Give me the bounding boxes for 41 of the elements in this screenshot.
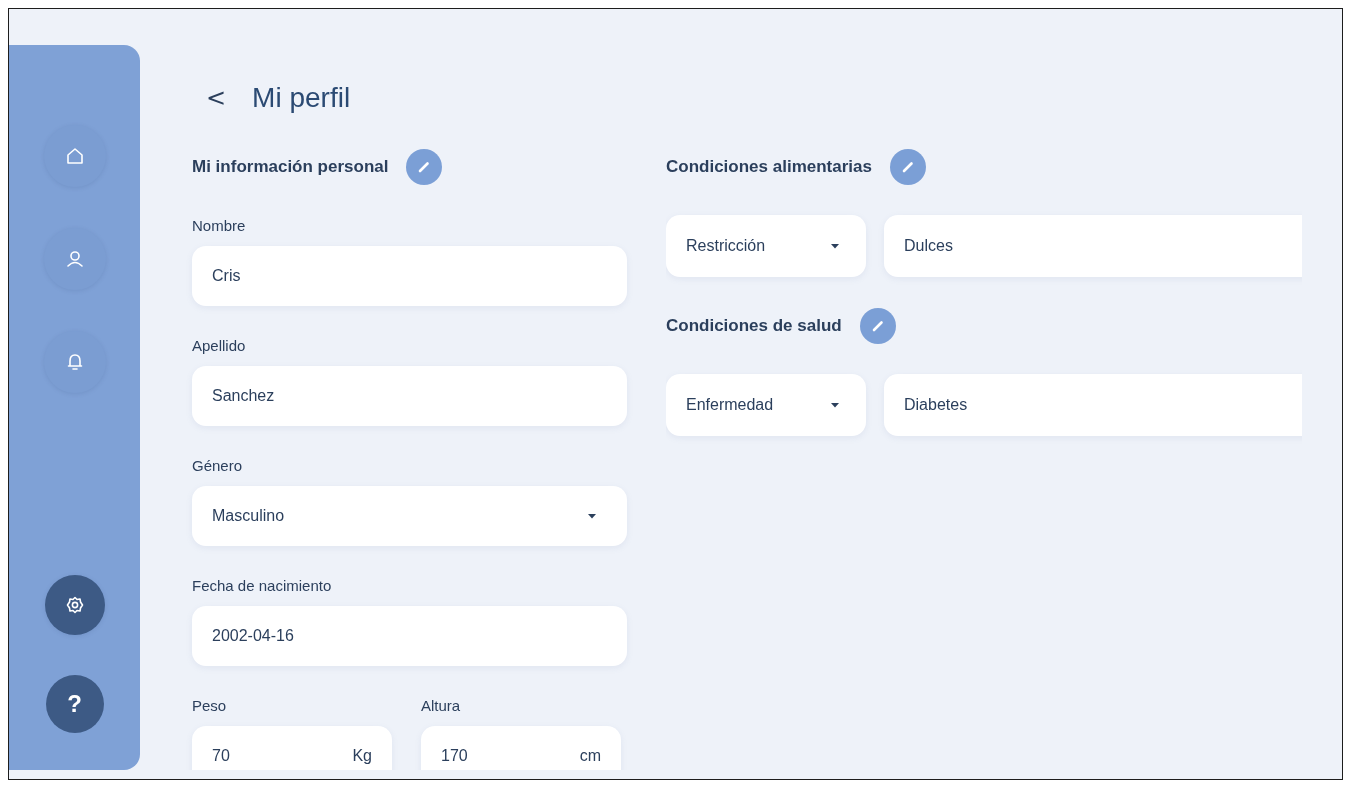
input-field[interactable]: Sanchez xyxy=(192,366,627,426)
unit-label: Kg xyxy=(352,747,372,765)
field-label: Peso xyxy=(192,698,228,714)
section-title: Mi información personal xyxy=(192,157,389,177)
pencil-icon xyxy=(870,319,885,333)
pencil-icon xyxy=(417,160,432,174)
section-title: Condiciones de salud xyxy=(666,316,842,336)
home-icon xyxy=(64,146,85,166)
edit-button[interactable] xyxy=(406,149,443,185)
back-button[interactable]: < xyxy=(206,84,227,112)
dropdown-value: Restricción xyxy=(686,237,766,255)
caret-icon xyxy=(830,243,840,249)
caret-icon xyxy=(587,513,597,519)
field-label: Género xyxy=(192,458,244,474)
input-field[interactable]: 170 cm xyxy=(421,726,621,770)
user-icon xyxy=(64,249,85,269)
input-field[interactable]: Diabetes xyxy=(884,374,1302,436)
section-title: Condiciones alimentarias xyxy=(666,157,872,177)
input-field[interactable]: Cris xyxy=(192,246,627,306)
input-field[interactable]: 2002-04-16 xyxy=(192,606,627,666)
page-title: Mi perfil xyxy=(252,82,351,114)
input-field[interactable]: 70 Kg xyxy=(192,726,392,770)
edit-button[interactable] xyxy=(859,308,896,344)
dropdown[interactable]: Restricción xyxy=(666,215,866,277)
dropdown-value: Enfermedad xyxy=(686,396,774,414)
dropdown[interactable]: Masculino xyxy=(192,486,627,546)
field-value: 70 xyxy=(212,747,230,765)
field-label: Fecha de nacimiento xyxy=(192,578,333,594)
field-label: Nombre xyxy=(192,218,247,234)
settings-icon xyxy=(64,595,85,615)
dropdown[interactable]: Enfermedad xyxy=(666,374,866,436)
help-button[interactable]: ? xyxy=(45,675,104,733)
dropdown-value: Masculino xyxy=(212,507,285,525)
field-label: Apellido xyxy=(192,338,247,354)
edit-button[interactable] xyxy=(889,149,926,185)
input-field[interactable]: Dulces xyxy=(884,215,1302,277)
field-value: 170 xyxy=(441,747,468,765)
pencil-icon xyxy=(900,160,915,174)
field-label: Altura xyxy=(421,698,462,714)
caret-icon xyxy=(830,402,840,408)
unit-label: cm xyxy=(579,747,601,765)
